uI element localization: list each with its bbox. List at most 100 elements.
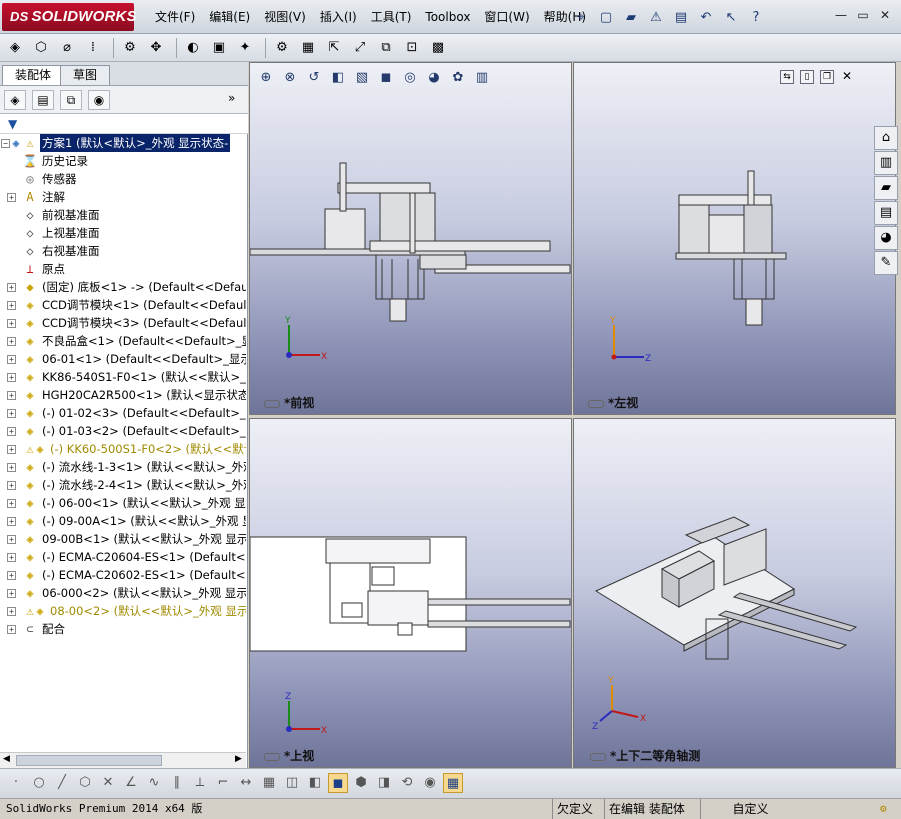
assembly-features-icon[interactable]: ▣: [208, 37, 230, 59]
intersection-icon[interactable]: ✕: [98, 773, 118, 793]
hidden-lines-icon[interactable]: ◧: [305, 773, 325, 793]
tab-sketch[interactable]: 草图: [60, 65, 111, 85]
tree-root[interactable]: − ◈ ⚠ 方案1 (默认<默认>_外观 显示状态-: [0, 134, 246, 152]
scroll-right-icon[interactable]: ▶: [235, 754, 242, 764]
bill-of-materials-icon[interactable]: ▦: [297, 37, 319, 59]
tree-item[interactable]: + ◈ KK86-540S1-F0<1> (默认<<默认>_外观: [0, 368, 246, 386]
viewport-top[interactable]: Z X *上视: [249, 418, 572, 768]
expand-icon[interactable]: +: [7, 517, 16, 526]
display-style-icon[interactable]: ◼: [376, 68, 396, 88]
point-icon[interactable]: ·: [6, 773, 26, 793]
insert-component-icon[interactable]: ⬡: [30, 37, 52, 59]
expand-icon[interactable]: +: [7, 481, 16, 490]
feature-manager-icon[interactable]: ◈: [4, 90, 26, 110]
tree-item[interactable]: + ◈ (-) 01-02<3> (Default<<Default>_显: [0, 404, 246, 422]
line-icon[interactable]: ╱: [52, 773, 72, 793]
four-view-icon[interactable]: ▦: [443, 773, 463, 793]
angle-icon[interactable]: ∠: [121, 773, 141, 793]
viewport-isometric[interactable]: Y X Z *上下二等角轴测: [573, 418, 896, 768]
close-view-icon[interactable]: ✕: [840, 70, 854, 84]
polygon-icon[interactable]: ⬡: [75, 773, 95, 793]
close-icon[interactable]: ✕: [876, 6, 894, 24]
expand-icon[interactable]: +: [7, 607, 16, 616]
chevron-right-icon[interactable]: »: [228, 91, 235, 105]
hide-show-items-icon[interactable]: ◎: [400, 68, 420, 88]
tree-item[interactable]: + ◈ CCD调节模块<1> (Default<<Default>_: [0, 296, 246, 314]
scrollbar-thumb[interactable]: [16, 755, 162, 766]
pin-icon[interactable]: ⌖: [570, 6, 592, 28]
viewport-left[interactable]: Y Z *左视: [573, 62, 896, 415]
tree-item[interactable]: ◇ 上视基准面: [0, 224, 246, 242]
link-views-icon[interactable]: ⇆: [780, 70, 794, 84]
tree-item[interactable]: + ◆ (固定) 底板<1> -> (Default<<Defaul: [0, 278, 246, 296]
expand-icon[interactable]: +: [7, 193, 16, 202]
rebuild-warning-icon[interactable]: ⚠: [645, 6, 667, 28]
tree-item[interactable]: + A 注解: [0, 188, 246, 206]
interference-icon[interactable]: ⧉: [375, 37, 397, 59]
expand-icon[interactable]: +: [7, 409, 16, 418]
tree-horizontal-scrollbar[interactable]: ◀ ▶: [0, 752, 246, 768]
undo-icon[interactable]: ↶: [695, 6, 717, 28]
move-component-icon[interactable]: ✥: [145, 37, 167, 59]
menu-view[interactable]: 视图(V): [257, 0, 313, 34]
mate-icon[interactable]: ⌀: [56, 37, 78, 59]
tree-item[interactable]: + ◈ (-) 06-00<1> (默认<<默认>_外观 显示: [0, 494, 246, 512]
expand-icon[interactable]: +: [7, 337, 16, 346]
tree-item[interactable]: ◇ 右视基准面: [0, 242, 246, 260]
expand-icon[interactable]: +: [7, 301, 16, 310]
restore-icon[interactable]: ▭: [854, 6, 872, 24]
tree-item[interactable]: + ◈ 09-00B<1> (默认<<默认>_外观 显示状: [0, 530, 246, 548]
corner-icon[interactable]: ⌐: [213, 773, 233, 793]
tree-item[interactable]: + ◈ (-) ECMA-C20602-ES<1> (Default<<De: [0, 566, 246, 584]
tree-item[interactable]: + ⊂ 配合: [0, 620, 246, 638]
minimize-icon[interactable]: —: [832, 6, 850, 24]
view-palette-icon[interactable]: ▤: [874, 201, 898, 225]
new-file-icon[interactable]: ▢: [595, 6, 617, 28]
view-cube-icon[interactable]: ⬢: [351, 773, 371, 793]
measure-icon[interactable]: ⊡: [401, 37, 423, 59]
zoom-to-area-icon[interactable]: ⊗: [280, 68, 300, 88]
menu-window[interactable]: 窗口(W): [477, 0, 536, 34]
apply-scene-icon[interactable]: ✿: [448, 68, 468, 88]
linear-pattern-icon[interactable]: ⁞: [82, 37, 104, 59]
open-file-icon[interactable]: ▰: [620, 6, 642, 28]
tree-item[interactable]: + ◈ (-) 流水线-2-4<1> (默认<<默认>_外观: [0, 476, 246, 494]
tree-item[interactable]: ◇ 前视基准面: [0, 206, 246, 224]
property-manager-icon[interactable]: ▤: [32, 90, 54, 110]
expand-icon[interactable]: +: [7, 355, 16, 364]
scroll-left-icon[interactable]: ◀: [3, 754, 10, 764]
tree-item[interactable]: ⌛ 历史记录: [0, 152, 246, 170]
new-motion-study-icon[interactable]: ⚙: [271, 37, 293, 59]
edit-appearance-icon[interactable]: ◕: [424, 68, 444, 88]
configuration-manager-icon[interactable]: ⧉: [60, 90, 82, 110]
expand-icon[interactable]: +: [7, 445, 16, 454]
menu-edit[interactable]: 编辑(E): [202, 0, 257, 34]
expand-icon[interactable]: +: [7, 553, 16, 562]
tree-item[interactable]: ⊥ 原点: [0, 260, 246, 278]
tree-item[interactable]: + ◈ CCD调节模块<3> (Default<<Default>_: [0, 314, 246, 332]
display-manager-icon[interactable]: ◉: [88, 90, 110, 110]
smart-fasteners-icon[interactable]: ⚙: [119, 37, 141, 59]
file-explorer-icon[interactable]: ▰: [874, 176, 898, 200]
view-orientation-icon[interactable]: ▧: [352, 68, 372, 88]
view-settings-icon[interactable]: ▥: [472, 68, 492, 88]
expand-icon[interactable]: +: [7, 463, 16, 472]
print-icon[interactable]: ▤: [670, 6, 692, 28]
custom-properties-icon[interactable]: ✎: [874, 251, 898, 275]
camera-icon[interactable]: ◉: [420, 773, 440, 793]
rebuild-icon[interactable]: ⚙: [876, 799, 891, 819]
expand-icon[interactable]: +: [7, 427, 16, 436]
tree-item[interactable]: + ◈ 06-01<1> (Default<<Default>_显示状: [0, 350, 246, 368]
restore-view-icon[interactable]: ❐: [820, 70, 834, 84]
tree-item[interactable]: + ⚠ ◈ (-) KK60-500S1-F0<2> (默认<<默认: [0, 440, 246, 458]
expand-icon[interactable]: +: [7, 571, 16, 580]
menu-insert[interactable]: 插入(I): [313, 0, 364, 34]
tree-item[interactable]: + ◈ 06-000<2> (默认<<默认>_外观 显示状: [0, 584, 246, 602]
tree-item[interactable]: + ◈ (-) 01-03<2> (Default<<Default>_显: [0, 422, 246, 440]
expand-icon[interactable]: +: [7, 589, 16, 598]
design-library-icon[interactable]: ▥: [874, 151, 898, 175]
tree-item[interactable]: + ◈ (-) 09-00A<1> (默认<<默认>_外观 显示: [0, 512, 246, 530]
tree-item[interactable]: ◎ 传感器: [0, 170, 246, 188]
expand-icon[interactable]: +: [7, 319, 16, 328]
circle-icon[interactable]: ○: [29, 773, 49, 793]
